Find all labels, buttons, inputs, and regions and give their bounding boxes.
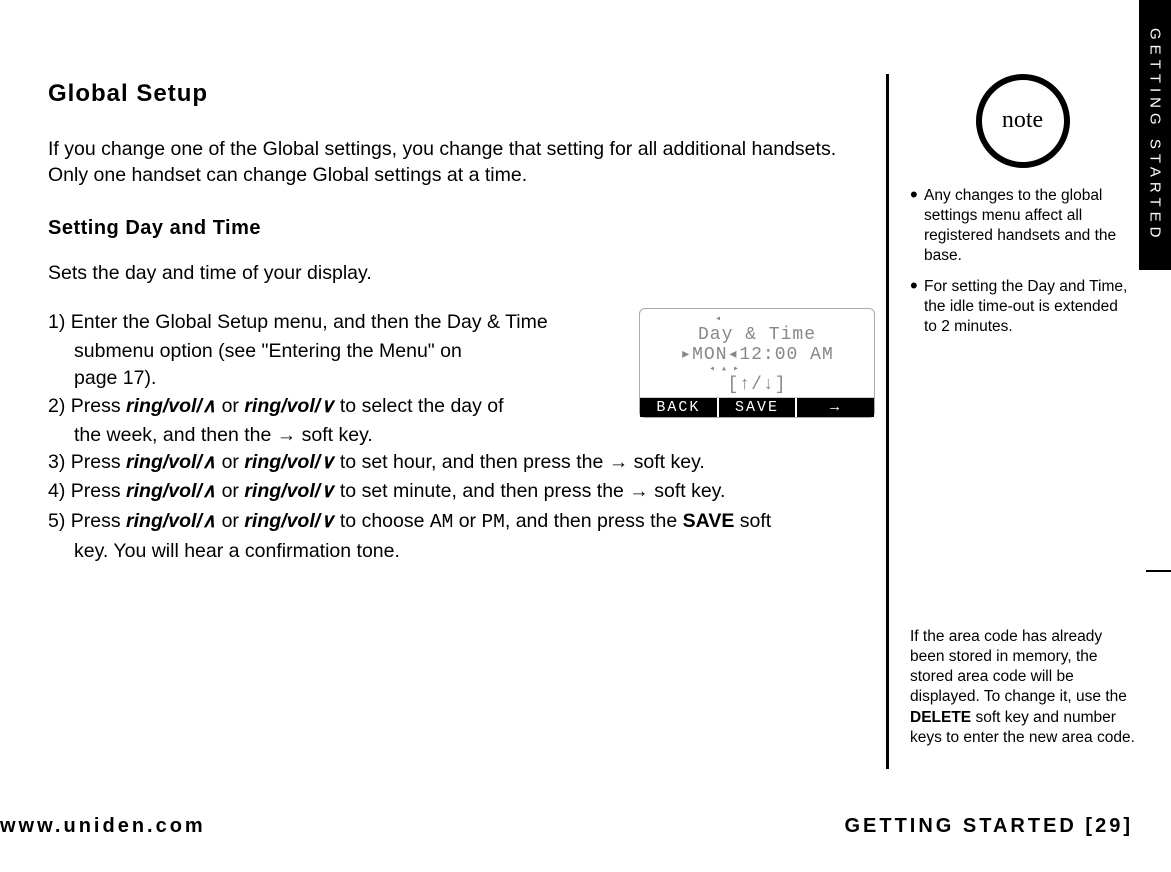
- or-text-4: or: [216, 480, 244, 502]
- section-heading: Setting Day and Time: [48, 217, 868, 240]
- footer-url: www.uniden.com: [0, 815, 206, 838]
- edge-tick: [1146, 570, 1171, 572]
- page-title: Global Setup: [48, 80, 868, 108]
- vertical-divider: [886, 74, 889, 769]
- or-text: or: [216, 395, 244, 417]
- lcd-line-3: [↑/↓]: [640, 375, 874, 395]
- ring-vol-down-4: ring/vol/∨: [244, 480, 334, 502]
- side-bullet-1: Any changes to the global settings menu …: [910, 186, 1135, 267]
- step-2-prefix: 2) Press: [48, 395, 126, 417]
- footer: www.uniden.com GETTING STARTED [29]: [0, 815, 1171, 838]
- side-note-2: If the area code has already been stored…: [910, 627, 1135, 748]
- or-text-5: or: [216, 510, 244, 532]
- intro-text: If you change one of the Global settings…: [48, 136, 868, 189]
- step-3-suffix: to set hour, and then press the → soft k…: [334, 451, 704, 473]
- lcd-marker-mid: ◂ ▴ ▸: [640, 365, 874, 375]
- step-5-mid1: to choose: [334, 510, 429, 532]
- step-4: 4) Press ring/vol/∧ or ring/vol/∨ to set…: [48, 478, 868, 505]
- step-5-end1: soft: [734, 510, 771, 532]
- ring-vol-up-5: ring/vol/∧: [126, 510, 216, 532]
- step-5-line1: 5) Press ring/vol/∧ or ring/vol/∨ to cho…: [48, 508, 868, 536]
- step-4-suffix: to set minute, and then press the → soft…: [334, 480, 725, 502]
- footer-page: GETTING STARTED [29]: [844, 815, 1133, 838]
- step-1-line1: 1) Enter the Global Setup menu, and then…: [48, 309, 628, 336]
- step-5-line2: key. You will hear a confirmation tone.: [48, 538, 868, 565]
- lcd-line-1: Day & Time: [640, 325, 874, 345]
- delete-label: DELETE: [910, 709, 971, 726]
- softkey-save: SAVE: [719, 398, 798, 417]
- ring-vol-down-5: ring/vol/∨: [244, 510, 334, 532]
- step-4-prefix: 4) Press: [48, 480, 126, 502]
- step-2-suffix: to select the day of: [334, 395, 503, 417]
- side-bullet-2: For setting the Day and Time, the idle t…: [910, 277, 1135, 337]
- ring-vol-up-3: ring/vol/∧: [126, 451, 216, 473]
- side-tab: GETTING STARTED: [1139, 0, 1171, 270]
- or2-text: or: [453, 510, 481, 532]
- ring-vol-down-3: ring/vol/∨: [244, 451, 334, 473]
- ring-vol-up-4: ring/vol/∧: [126, 480, 216, 502]
- pm-text: PM: [481, 511, 504, 533]
- step-5-mid2: , and then press the: [505, 510, 683, 532]
- am-text: AM: [430, 511, 453, 533]
- or-text-3: or: [216, 451, 244, 473]
- step-3-prefix: 3) Press: [48, 451, 126, 473]
- step-5-prefix: 5) Press: [48, 510, 126, 532]
- softkey-arrow: →: [797, 398, 874, 417]
- lcd-line-2: ▸MON◂12:00 AM: [640, 345, 874, 365]
- ring-vol-down: ring/vol/∨: [244, 395, 334, 417]
- side-bullets: Any changes to the global settings menu …: [910, 186, 1135, 337]
- step-1-line3: page 17).: [48, 365, 628, 392]
- step-1-line2: submenu option (see "Entering the Menu" …: [48, 338, 628, 365]
- lcd-marker-top: ◂: [640, 315, 874, 325]
- section-intro: Sets the day and time of your display.: [48, 262, 868, 285]
- note-icon: note: [976, 74, 1070, 168]
- save-label: SAVE: [683, 510, 735, 532]
- ring-vol-up: ring/vol/∧: [126, 395, 216, 417]
- side-column: note Any changes to the global settings …: [910, 74, 1135, 748]
- step-2-line1: 2) Press ring/vol/∧ or ring/vol/∨ to sel…: [48, 393, 628, 420]
- step-3: 3) Press ring/vol/∧ or ring/vol/∨ to set…: [48, 449, 868, 476]
- lcd-figure: ◂ Day & Time ▸MON◂12:00 AM ◂ ▴ ▸ [↑/↓] B…: [639, 308, 875, 418]
- step-2-line2: the week, and then the → soft key.: [48, 422, 628, 449]
- side-note-2a: If the area code has already been stored…: [910, 628, 1127, 705]
- softkey-back: BACK: [640, 398, 719, 417]
- lcd-softkey-bar: BACK SAVE →: [640, 397, 874, 417]
